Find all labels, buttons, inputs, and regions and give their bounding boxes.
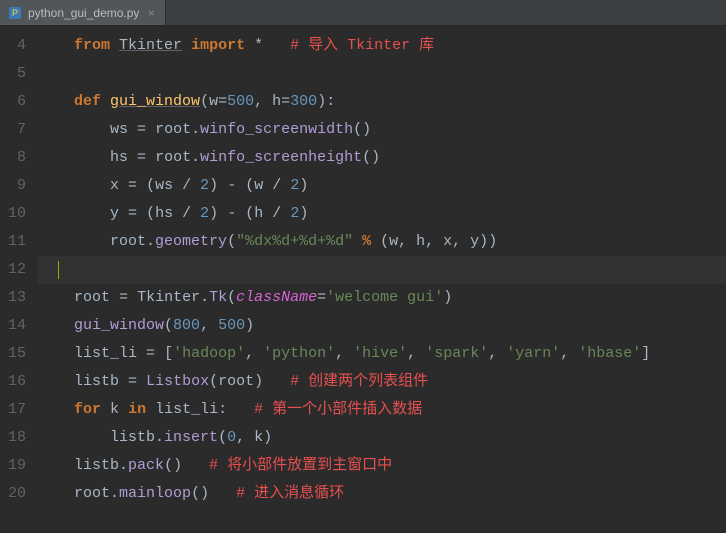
code-editor[interactable]: 4567891011121314151617181920 from Tkinte…: [0, 26, 726, 533]
line-number: 5: [0, 60, 26, 88]
line-number: 6: [0, 88, 26, 116]
code-line: listb = Listbox(root) # 创建两个列表组件: [38, 368, 726, 396]
line-number: 14: [0, 312, 26, 340]
line-number: 10: [0, 200, 26, 228]
code-line: root = Tkinter.Tk(className='welcome gui…: [38, 284, 726, 312]
line-number: 9: [0, 172, 26, 200]
code-area[interactable]: from Tkinter import * # 导入 Tkinter 库 def…: [38, 26, 726, 533]
code-line: ws = root.winfo_screenwidth(): [38, 116, 726, 144]
code-line: def gui_window(w=500, h=300):: [38, 88, 726, 116]
code-line: root.geometry("%dx%d+%d+%d" % (w, h, x, …: [38, 228, 726, 256]
close-icon[interactable]: ×: [145, 7, 157, 19]
code-line: for k in list_li: # 第一个小部件插入数据: [38, 396, 726, 424]
code-line: hs = root.winfo_screenheight(): [38, 144, 726, 172]
tab-bar: P python_gui_demo.py ×: [0, 0, 726, 26]
line-number: 19: [0, 452, 26, 480]
line-number: 12: [0, 256, 26, 284]
python-file-icon: P: [8, 6, 22, 20]
svg-text:P: P: [12, 8, 18, 18]
line-number: 17: [0, 396, 26, 424]
tab-filename: python_gui_demo.py: [28, 6, 139, 20]
code-line: list_li = ['hadoop', 'python', 'hive', '…: [38, 340, 726, 368]
code-line: x = (ws / 2) - (w / 2): [38, 172, 726, 200]
line-number: 20: [0, 480, 26, 508]
code-line: listb.insert(0, k): [38, 424, 726, 452]
line-number: 15: [0, 340, 26, 368]
file-tab[interactable]: P python_gui_demo.py ×: [0, 0, 166, 25]
code-line: listb.pack() # 将小部件放置到主窗口中: [38, 452, 726, 480]
text-caret: [58, 261, 59, 279]
line-number: 7: [0, 116, 26, 144]
line-number: 16: [0, 368, 26, 396]
code-line: [38, 60, 726, 88]
line-number: 8: [0, 144, 26, 172]
code-line: root.mainloop() # 进入消息循环: [38, 480, 726, 508]
code-line: y = (hs / 2) - (h / 2): [38, 200, 726, 228]
line-number: 11: [0, 228, 26, 256]
line-number: 18: [0, 424, 26, 452]
line-number: 13: [0, 284, 26, 312]
line-number: 4: [0, 32, 26, 60]
code-line-current: [38, 256, 726, 284]
line-number-gutter: 4567891011121314151617181920: [0, 26, 38, 533]
code-line: gui_window(800, 500): [38, 312, 726, 340]
code-line: from Tkinter import * # 导入 Tkinter 库: [38, 32, 726, 60]
